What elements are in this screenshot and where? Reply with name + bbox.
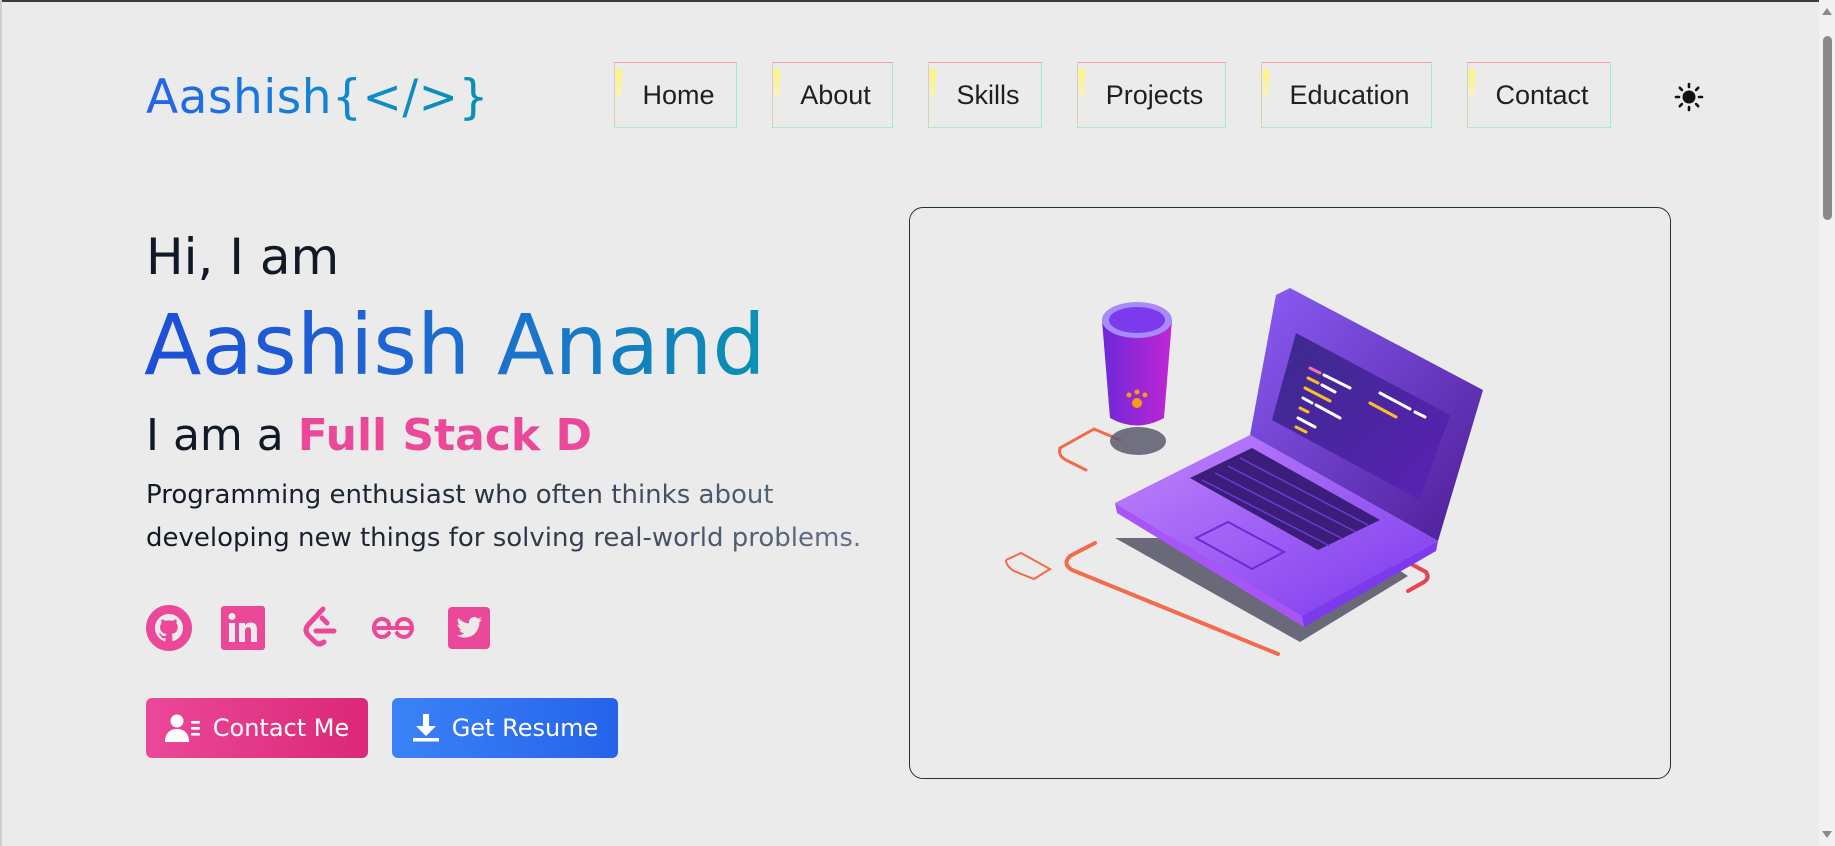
nav-education[interactable]: Education — [1261, 62, 1432, 128]
download-icon — [412, 714, 439, 742]
scroll-up-arrow[interactable] — [1822, 8, 1832, 15]
geeksforgeeks-icon[interactable] — [370, 605, 416, 651]
nav-highlight — [1079, 69, 1085, 97]
nav-projects-label: Projects — [1105, 79, 1204, 110]
window-top-border — [0, 0, 1835, 2]
nav-about[interactable]: About — [772, 62, 893, 128]
leetcode-icon[interactable] — [296, 605, 342, 651]
hero-role-prefix: I am a — [146, 410, 284, 461]
sun-icon[interactable] — [1674, 82, 1704, 112]
hero-name: Aashish Anand — [144, 296, 766, 394]
nav-highlight — [1263, 69, 1269, 97]
nav-home[interactable]: Home — [614, 62, 737, 128]
contact-me-label: Contact Me — [212, 714, 350, 742]
nav-home-label: Home — [642, 79, 715, 110]
hero-illustration-card — [909, 207, 1671, 779]
linkedin-icon[interactable] — [220, 605, 266, 651]
contact-me-button[interactable]: Contact Me — [146, 698, 368, 758]
nav-highlight — [774, 69, 780, 97]
nav-contact[interactable]: Contact — [1467, 62, 1611, 128]
nav-skills-label: Skills — [956, 79, 1020, 110]
page-scrollbar[interactable] — [1819, 0, 1835, 846]
nav-highlight — [930, 69, 936, 97]
hero-description: Programming enthusiast who often thinks … — [146, 474, 866, 560]
get-resume-button[interactable]: Get Resume — [392, 698, 618, 758]
hero-role-typed: Full Stack D — [297, 410, 593, 461]
nav-education-label: Education — [1289, 79, 1410, 110]
nav-about-label: About — [800, 79, 871, 110]
github-icon[interactable] — [146, 605, 192, 651]
nav-skills[interactable]: Skills — [928, 62, 1042, 128]
window-left-border — [0, 0, 2, 846]
hero-role-line: I am a Full Stack D — [146, 410, 592, 461]
nav-contact-label: Contact — [1495, 79, 1589, 110]
scrollbar-thumb[interactable] — [1823, 36, 1832, 220]
hero-greeting: Hi, I am — [146, 228, 340, 286]
site-logo[interactable]: Aashish{</>} — [146, 70, 489, 125]
laptop-illustration — [1005, 288, 1483, 656]
nav-projects[interactable]: Projects — [1077, 62, 1226, 128]
nav-highlight — [1469, 69, 1475, 97]
nav-highlight — [616, 69, 622, 97]
twitter-icon[interactable] — [446, 605, 492, 651]
user-list-icon — [164, 714, 200, 742]
scroll-down-arrow[interactable] — [1822, 831, 1832, 838]
get-resume-label: Get Resume — [451, 714, 599, 742]
